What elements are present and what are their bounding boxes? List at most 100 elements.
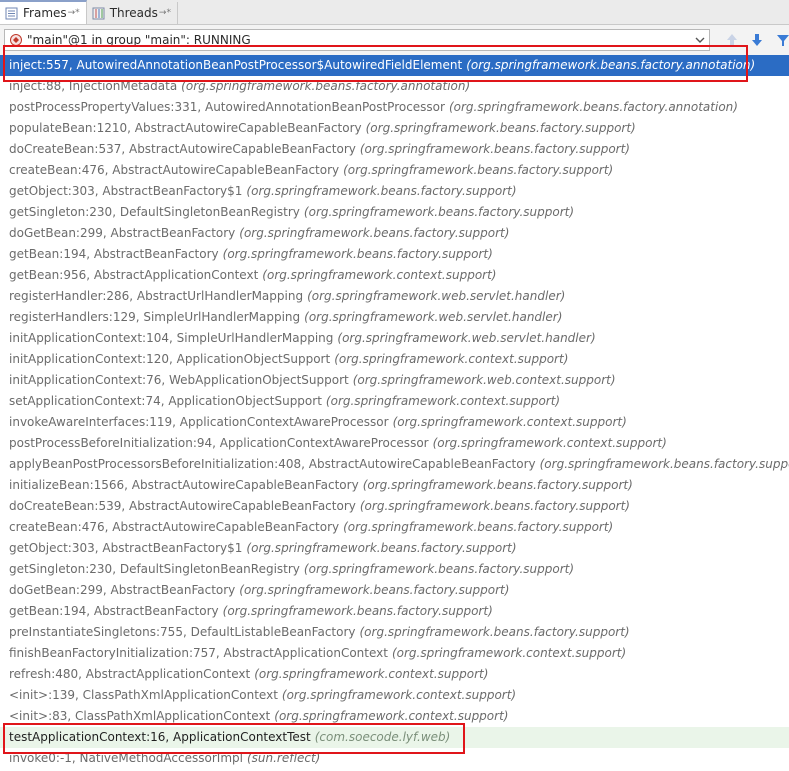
frame-method: createBean:476, AbstractAutowireCapableB… <box>9 163 340 177</box>
stack-frame-row[interactable]: postProcessBeforeInitialization:94, Appl… <box>0 433 789 454</box>
stack-frame-row[interactable]: doCreateBean:537, AbstractAutowireCapabl… <box>0 139 789 160</box>
frame-method: getBean:194, AbstractBeanFactory <box>9 247 219 261</box>
stack-frame-row[interactable]: finishBeanFactoryInitialization:757, Abs… <box>0 643 789 664</box>
tab-threads[interactable]: Threads →* <box>87 2 178 24</box>
tab-threads-label: Threads <box>109 6 158 20</box>
thread-selector[interactable]: "main"@1 in group "main": RUNNING <box>4 29 710 51</box>
stack-frame-row[interactable]: postProcessPropertyValues:331, Autowired… <box>0 97 789 118</box>
stack-frame-row[interactable]: doGetBean:299, AbstractBeanFactory (org.s… <box>0 580 789 601</box>
frame-package: (org.springframework.context.support) <box>392 415 627 429</box>
frame-package: (org.springframework.beans.factory.suppo… <box>359 142 630 156</box>
stack-frame-row[interactable]: createBean:476, AbstractAutowireCapableB… <box>0 517 789 538</box>
frame-package: (org.springframework.beans.factory.suppo… <box>239 226 510 240</box>
frame-method: doGetBean:299, AbstractBeanFactory <box>9 226 236 240</box>
stack-frame-row[interactable]: invokeAwareInterfaces:119, ApplicationCo… <box>0 412 789 433</box>
tab-threads-pin: →* <box>158 8 171 18</box>
debugger-frames-panel: Frames →* Threads →* "main"@1 in group "… <box>0 0 789 771</box>
stack-frame-row[interactable]: refresh:480, AbstractApplicationContext(… <box>0 664 789 685</box>
stack-frame-row[interactable]: inject:557, AutowiredAnnotationBeanPostP… <box>0 55 789 76</box>
stack-frame-row[interactable]: createBean:476, AbstractAutowireCapableB… <box>0 160 789 181</box>
stack-frame-row[interactable]: getBean:194, AbstractBeanFactory (org.spr… <box>0 601 789 622</box>
frame-package: (org.springframework.context.support) <box>254 667 489 681</box>
frame-method: doCreateBean:539, AbstractAutowireCapabl… <box>9 499 356 513</box>
frame-method: initApplicationContext:104, SimpleUrlHan… <box>9 331 334 345</box>
frame-method: initApplicationContext:76, WebApplicatio… <box>9 373 349 387</box>
stack-frame-row[interactable]: doGetBean:299, AbstractBeanFactory (org.s… <box>0 223 789 244</box>
stack-frame-row[interactable]: <init>:83, ClassPathXmlApplicationContex… <box>0 706 789 727</box>
frame-method: getSingleton:230, DefaultSingletonBeanRe… <box>9 205 300 219</box>
frame-method: refresh:480, AbstractApplicationContext <box>9 667 251 681</box>
stack-frame-row[interactable]: getSingleton:230, DefaultSingletonBeanRe… <box>0 559 789 580</box>
frame-package: (org.springframework.beans.factory.suppo… <box>222 604 493 618</box>
stack-frame-row[interactable]: getBean:194, AbstractBeanFactory (org.spr… <box>0 244 789 265</box>
thread-selector-value: "main"@1 in group "main": RUNNING <box>27 33 251 47</box>
frame-package: (org.springframework.beans.factory.suppo… <box>365 121 636 135</box>
frames-list: inject:557, AutowiredAnnotationBeanPostP… <box>0 55 789 771</box>
frame-method: doCreateBean:537, AbstractAutowireCapabl… <box>9 142 356 156</box>
tab-bar: Frames →* Threads →* <box>0 0 789 25</box>
stack-frame-row[interactable]: populateBean:1210, AbstractAutowireCapab… <box>0 118 789 139</box>
stack-frame-row[interactable]: preInstantiateSingletons:755, DefaultLis… <box>0 622 789 643</box>
thread-selector-row: "main"@1 in group "main": RUNNING <box>0 25 789 57</box>
stack-frame-row[interactable]: inject:88, InjectionMetadata (org.springf… <box>0 76 789 97</box>
frame-package: (org.springframework.beans.factory.suppo… <box>539 457 789 471</box>
frame-method: <init>:83, ClassPathXmlApplicationContex… <box>9 709 271 723</box>
frame-package: (org.springframework.beans.factory.suppo… <box>343 163 614 177</box>
stack-frame-row[interactable]: initApplicationContext:76, WebApplicatio… <box>0 370 789 391</box>
frame-method: preInstantiateSingletons:755, DefaultLis… <box>9 625 356 639</box>
frame-method: doGetBean:299, AbstractBeanFactory <box>9 583 236 597</box>
stack-frame-row[interactable]: initializeBean:1566, AbstractAutowireCap… <box>0 475 789 496</box>
stack-frame-row[interactable]: <init>:139, ClassPathXmlApplicationConte… <box>0 685 789 706</box>
stack-frame-row[interactable]: getSingleton:230, DefaultSingletonBeanRe… <box>0 202 789 223</box>
threads-icon <box>92 7 105 19</box>
frame-package: (org.springframework.beans.factory.suppo… <box>239 583 510 597</box>
frame-method: initializeBean:1566, AbstractAutowireCap… <box>9 478 359 492</box>
frame-package: (org.springframework.web.servlet.handler… <box>304 310 563 324</box>
stack-frame-row[interactable]: initApplicationContext:104, SimpleUrlHan… <box>0 328 789 349</box>
stack-frame-row[interactable]: testApplicationContext:16, ApplicationCo… <box>0 727 789 748</box>
frame-package: (org.springframework.context.support) <box>432 436 667 450</box>
frame-method: initApplicationContext:120, ApplicationO… <box>9 352 331 366</box>
frame-package: (org.springframework.beans.factory.annot… <box>466 58 756 72</box>
frame-package: (org.springframework.beans.factory.suppo… <box>359 625 630 639</box>
stack-frame-row[interactable]: getObject:303, AbstractBeanFactory$1 (org… <box>0 538 789 559</box>
frame-package: (org.springframework.beans.factory.suppo… <box>222 247 493 261</box>
arrow-up-icon[interactable] <box>725 32 739 48</box>
frame-method: populateBean:1210, AbstractAutowireCapab… <box>9 121 362 135</box>
frame-method: <init>:139, ClassPathXmlApplicationConte… <box>9 688 278 702</box>
frame-method: registerHandler:286, AbstractUrlHandlerM… <box>9 289 304 303</box>
frame-package: (sun.reflect) <box>246 751 321 765</box>
filter-icon[interactable] <box>776 32 789 48</box>
frame-package: (com.soecode.lyf.web) <box>314 730 451 744</box>
stack-frame-row[interactable]: registerHandlers:129, SimpleUrlHandlerMa… <box>0 307 789 328</box>
stack-frame-row[interactable]: invoke0:-1, NativeMethodAccessorImpl (sun… <box>0 748 789 769</box>
thread-running-icon <box>10 34 22 46</box>
frame-method: setApplicationContext:74, ApplicationObj… <box>9 394 322 408</box>
tab-frames-pin: →* <box>67 8 80 18</box>
frame-package: (org.springframework.context.support) <box>274 709 509 723</box>
tab-frames[interactable]: Frames →* <box>0 0 87 24</box>
chevron-down-icon[interactable] <box>695 34 705 46</box>
stack-frame-row[interactable]: getObject:303, AbstractBeanFactory$1 (org… <box>0 181 789 202</box>
arrow-down-icon[interactable] <box>750 32 764 48</box>
frame-package: (org.springframework.web.servlet.handler… <box>307 289 566 303</box>
frame-package: (org.springframework.beans.factory.suppo… <box>246 541 517 555</box>
frame-method: createBean:476, AbstractAutowireCapableB… <box>9 520 340 534</box>
frame-package: (org.springframework.beans.factory.suppo… <box>362 478 633 492</box>
stack-frame-row[interactable]: getBean:956, AbstractApplicationContext(… <box>0 265 789 286</box>
frame-package: (org.springframework.context.support) <box>334 352 569 366</box>
stack-frame-row[interactable]: initApplicationContext:120, ApplicationO… <box>0 349 789 370</box>
stack-frame-row[interactable]: registerHandler:286, AbstractUrlHandlerM… <box>0 286 789 307</box>
stack-frame-row[interactable]: doCreateBean:539, AbstractAutowireCapabl… <box>0 496 789 517</box>
frame-method: registerHandlers:129, SimpleUrlHandlerMa… <box>9 310 301 324</box>
tab-frames-label: Frames <box>23 6 67 20</box>
frame-package: (org.springframework.beans.factory.suppo… <box>343 520 614 534</box>
frame-package: (org.springframework.context.support) <box>262 268 497 282</box>
frame-method: postProcessBeforeInitialization:94, Appl… <box>9 436 429 450</box>
stack-frame-row[interactable]: setApplicationContext:74, ApplicationObj… <box>0 391 789 412</box>
frame-method: invokeAwareInterfaces:119, ApplicationCo… <box>9 415 389 429</box>
stack-frame-row[interactable]: applyBeanPostProcessorsBeforeInitializat… <box>0 454 789 475</box>
frames-icon <box>5 7 18 19</box>
frame-package: (org.springframework.beans.factory.annot… <box>181 79 471 93</box>
frame-method: inject:557, AutowiredAnnotationBeanPostP… <box>9 58 463 72</box>
